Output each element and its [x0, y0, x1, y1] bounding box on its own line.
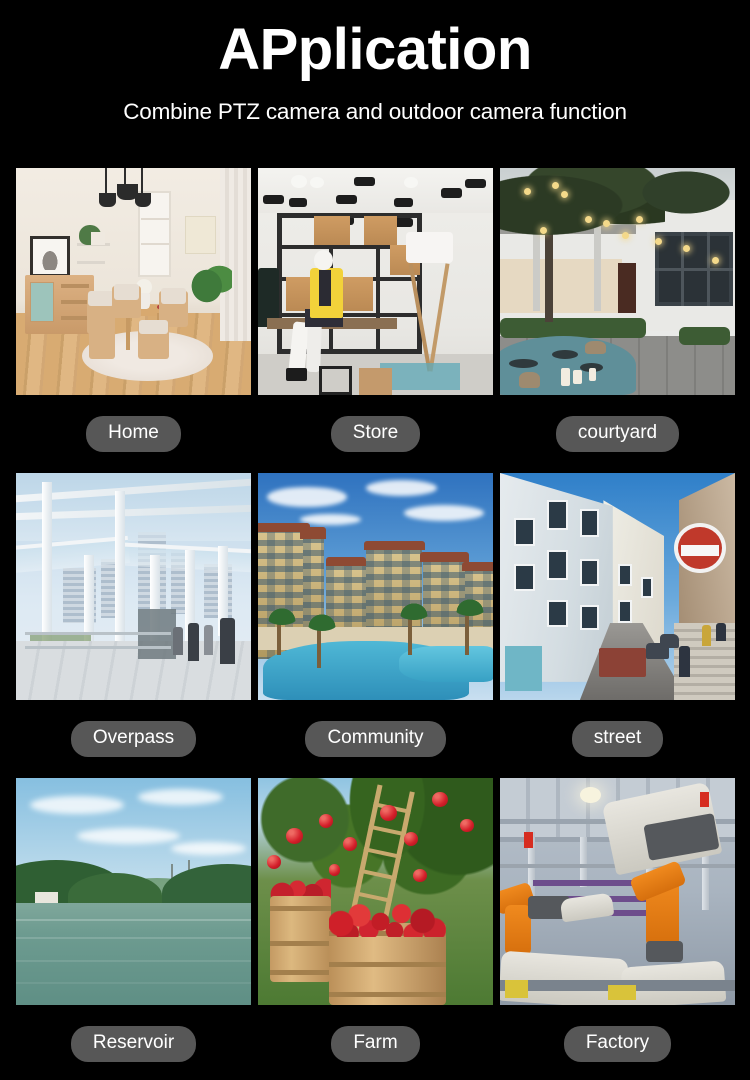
scenario-image-store[interactable]: [258, 168, 493, 395]
scenario-label-community[interactable]: Community: [305, 721, 446, 757]
scenario-caption-wrap: Home: [16, 395, 251, 473]
scenario-caption-wrap: Farm: [258, 1005, 493, 1080]
scenario-card-reservoir[interactable]: Reservoir: [16, 778, 251, 1080]
scenario-label-reservoir[interactable]: Reservoir: [70, 1026, 197, 1062]
scenario-caption-wrap: Overpass: [16, 700, 251, 778]
scenario-caption-wrap: Store: [258, 395, 493, 473]
street-illustration: [500, 473, 735, 700]
scenario-caption-wrap: street: [500, 700, 735, 778]
retail-store-illustration: [258, 168, 493, 395]
page-header: APplication Combine PTZ camera and outdo…: [0, 0, 750, 125]
scenario-label-home[interactable]: Home: [86, 416, 181, 452]
scenario-image-reservoir[interactable]: [16, 778, 251, 1005]
scenario-image-factory[interactable]: [500, 778, 735, 1005]
scenario-image-street[interactable]: [500, 473, 735, 700]
scenario-caption-wrap: Factory: [500, 1005, 735, 1080]
scenario-caption-wrap: Community: [258, 700, 493, 778]
factory-illustration: [500, 778, 735, 1005]
page-subtitle: Combine PTZ camera and outdoor camera fu…: [123, 98, 627, 124]
scenario-card-street[interactable]: street: [500, 473, 735, 778]
scenario-label-street[interactable]: street: [571, 721, 664, 757]
scenario-label-factory[interactable]: Factory: [563, 1026, 672, 1062]
farm-illustration: [258, 778, 493, 1005]
home-interior-illustration: [16, 168, 251, 395]
reservoir-illustration: [16, 778, 251, 1005]
scenario-card-home[interactable]: Home: [16, 168, 251, 473]
scenario-card-factory[interactable]: Factory: [500, 778, 735, 1080]
overpass-illustration: [16, 473, 251, 700]
scenario-caption-wrap: courtyard: [500, 395, 735, 473]
scenario-card-courtyard[interactable]: courtyard: [500, 168, 735, 473]
gallery-row: Overpass Community street: [16, 473, 735, 778]
scenario-image-courtyard[interactable]: [500, 168, 735, 395]
scenario-image-farm[interactable]: [258, 778, 493, 1005]
scenario-label-store[interactable]: Store: [330, 416, 421, 452]
scenario-image-home[interactable]: [16, 168, 251, 395]
scenario-card-farm[interactable]: Farm: [258, 778, 493, 1080]
scenario-caption-wrap: Reservoir: [16, 1005, 251, 1080]
application-scenarios-page: APplication Combine PTZ camera and outdo…: [0, 0, 750, 1080]
scenario-card-community[interactable]: Community: [258, 473, 493, 778]
scenario-gallery: Home Store courtyard Overpass Community …: [16, 168, 735, 1080]
scenario-card-store[interactable]: Store: [258, 168, 493, 473]
scenario-image-overpass[interactable]: [16, 473, 251, 700]
page-title: APplication: [218, 17, 532, 82]
scenario-label-farm[interactable]: Farm: [331, 1026, 420, 1062]
scenario-image-community[interactable]: [258, 473, 493, 700]
courtyard-illustration: [500, 168, 735, 395]
community-illustration: [258, 473, 493, 700]
scenario-label-courtyard[interactable]: courtyard: [555, 416, 680, 452]
gallery-row: Reservoir Farm Factory: [16, 778, 735, 1080]
scenario-label-overpass[interactable]: Overpass: [70, 721, 197, 757]
scenario-card-overpass[interactable]: Overpass: [16, 473, 251, 778]
gallery-row: Home Store courtyard: [16, 168, 735, 473]
